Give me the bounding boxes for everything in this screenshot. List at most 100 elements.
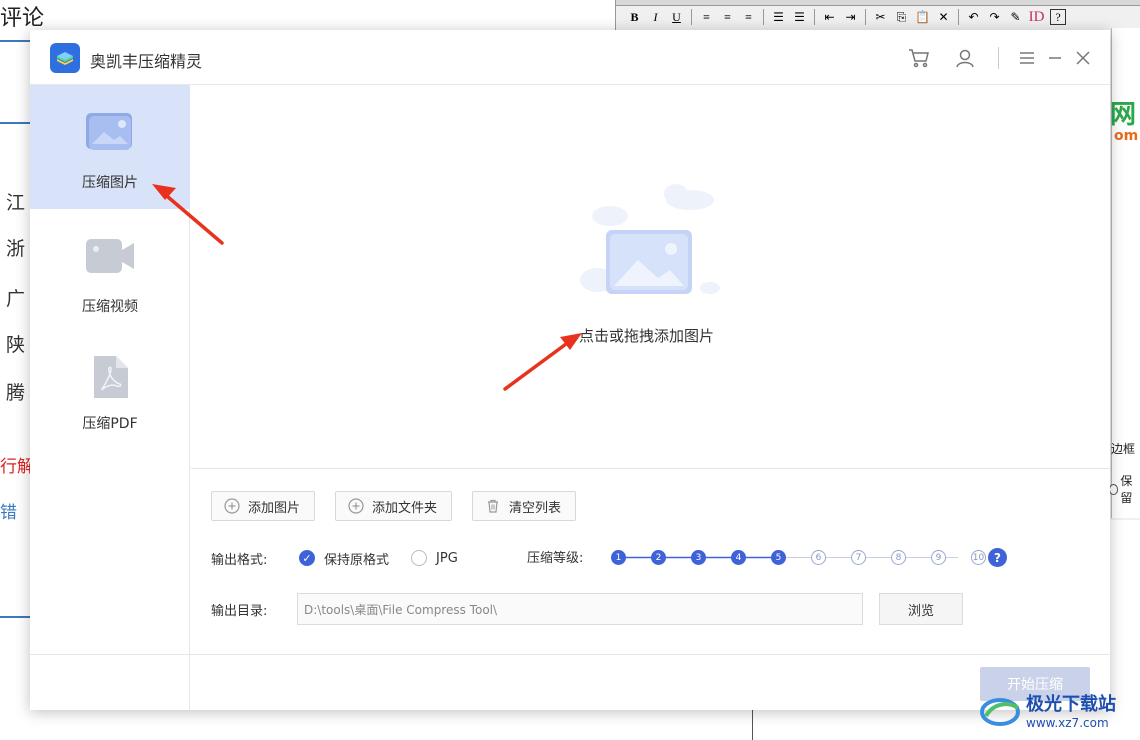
help-icon[interactable]: ? [988,548,1007,567]
background-divider [0,40,30,42]
copy-icon[interactable]: ⎘ [891,7,912,27]
output-dir-field[interactable]: D:\tools\桌面\File Compress Tool\ [297,593,863,625]
plus-circle-icon [224,498,240,514]
sidebar-item-compress-video[interactable]: 压缩视频 [30,209,190,333]
plus-circle-icon [348,498,364,514]
unordered-list-icon[interactable]: ☰ [789,7,810,27]
cut-icon[interactable]: ✂ [870,7,891,27]
compression-level-7[interactable]: 7 [851,550,866,565]
titlebar-separator [998,47,999,69]
sidebar-item-label: 压缩图片 [82,175,138,191]
sidebar-item-label: 压缩PDF [82,416,138,432]
sidebar-item-compress-pdf[interactable]: 压缩PDF [30,333,190,457]
add-folder-button[interactable]: 添加文件夹 [335,491,453,521]
editor-radio-label: 保留 [1120,474,1133,505]
menu-icon[interactable] [1015,46,1039,70]
minimize-icon[interactable] [1043,46,1067,70]
compression-level-4[interactable]: 4 [731,550,746,565]
user-icon[interactable] [953,46,977,70]
compression-level-8[interactable]: 8 [891,550,906,565]
compression-level-5[interactable]: 5 [771,550,786,565]
toolbar-separator [814,9,815,25]
editor-label: 边框 [1111,442,1136,456]
compression-level-3[interactable]: 3 [691,550,706,565]
redo-icon[interactable]: ↷ [984,7,1005,27]
output-format-row: 输出格式: ✓ 保持原格式 JPG 压缩等级: [211,547,583,569]
background-divider [0,616,30,618]
site-logo-icon [980,698,1020,726]
format-option-label: JPG [436,550,458,566]
add-image-label: 添加图片 [248,500,301,516]
action-bar: 添加图片 添加文件夹 清空列表 [211,491,577,521]
editor-watermark: om [1114,128,1139,144]
clear-list-label: 清空列表 [509,500,562,516]
trash-icon [488,499,499,513]
compression-level-10[interactable]: 10 [971,550,986,565]
align-center-icon[interactable]: ≡ [717,7,738,27]
compressor-dialog: 奥凯丰压缩精灵 压缩图片 压缩视频 压缩PDF 点击或拖拽添加图片 添加图片 添… [30,30,1110,710]
drop-zone[interactable]: 点击或拖拽添加图片 [191,85,1110,469]
add-image-button[interactable]: 添加图片 [211,491,316,521]
bold-button[interactable]: B [624,7,645,27]
background-title: 评论 [0,6,45,31]
ordered-list-icon[interactable]: ☰ [768,7,789,27]
background-list-item: 广 [6,288,26,310]
paste-icon[interactable]: 📋 [912,7,933,27]
compression-level-6[interactable]: 6 [811,550,826,565]
background-link-text[interactable]: 错 [0,498,17,523]
compression-level-slider[interactable]: 1 2 3 4 5 6 7 8 9 10 ? [611,543,1011,573]
output-dir-label: 输出目录: [211,603,268,619]
italic-button[interactable]: I [645,7,666,27]
background-list-item: 浙 [6,238,26,260]
delete-icon[interactable]: ✕ [933,7,954,27]
toolbar-separator [691,9,692,25]
underline-button[interactable]: U [666,7,687,27]
video-icon [86,239,134,273]
editor-radio[interactable]: 保留 [1109,472,1140,506]
edit-icon[interactable]: ✎ [1005,7,1026,27]
radio-circle-icon [411,550,428,566]
background-list-item: 陕 [6,334,26,356]
format-option-jpg[interactable]: JPG [411,550,458,566]
cart-icon[interactable] [907,46,931,70]
radio-circle-icon [1109,483,1119,495]
add-image-illustration-icon [580,184,720,294]
background-list-item: 江 [6,192,26,214]
output-dir-row: 输出目录: D:\tools\桌面\File Compress Tool\ 浏览 [211,593,963,625]
footer-divider [30,654,1110,655]
outdent-icon[interactable]: ⇤ [819,7,840,27]
checkmark-icon: ✓ [299,550,315,566]
format-option-label: 保持原格式 [324,552,390,568]
sidebar-item-compress-image[interactable]: 压缩图片 [30,85,190,209]
compression-level-9[interactable]: 9 [931,550,946,565]
help-icon[interactable]: ? [1050,9,1066,25]
title-bar: 奥凯丰压缩精灵 [30,30,1110,85]
sidebar-item-label: 压缩视频 [82,299,138,315]
app-logo-icon [50,43,80,73]
add-folder-label: 添加文件夹 [372,500,438,516]
close-icon[interactable] [1071,46,1095,70]
background-divider [0,122,30,124]
id-icon[interactable]: ID [1026,7,1047,27]
site-watermark: 极光下载站 www.xz7.com [980,690,1116,730]
align-right-icon[interactable]: ≡ [738,7,759,27]
align-left-icon[interactable]: ≡ [696,7,717,27]
drop-zone-prompt[interactable]: 点击或拖拽添加图片 [579,325,714,346]
compression-level-2[interactable]: 2 [651,550,666,565]
background-red-text: 行解 [0,457,34,477]
format-option-original[interactable]: ✓ 保持原格式 [299,549,389,568]
toolbar-separator [865,9,866,25]
background-list-item: 腾 [6,382,26,404]
toolbar-separator [763,9,764,25]
compression-level-1[interactable]: 1 [611,550,626,565]
compression-level-label: 压缩等级: [527,551,584,566]
indent-icon[interactable]: ⇥ [840,7,861,27]
editor-watermark: 网 [1110,100,1137,130]
output-format-label: 输出格式: [211,552,268,568]
browse-button[interactable]: 浏览 [879,593,963,625]
editor-toolbar: B I U ≡ ≡ ≡ ☰ ☰ ⇤ ⇥ ✂ ⎘ 📋 ✕ ↶ ↷ ✎ ID ? [624,6,1066,28]
toolbar-separator [958,9,959,25]
undo-icon[interactable]: ↶ [963,7,984,27]
app-title: 奥凯丰压缩精灵 [90,52,203,71]
clear-list-button[interactable]: 清空列表 [472,491,577,521]
